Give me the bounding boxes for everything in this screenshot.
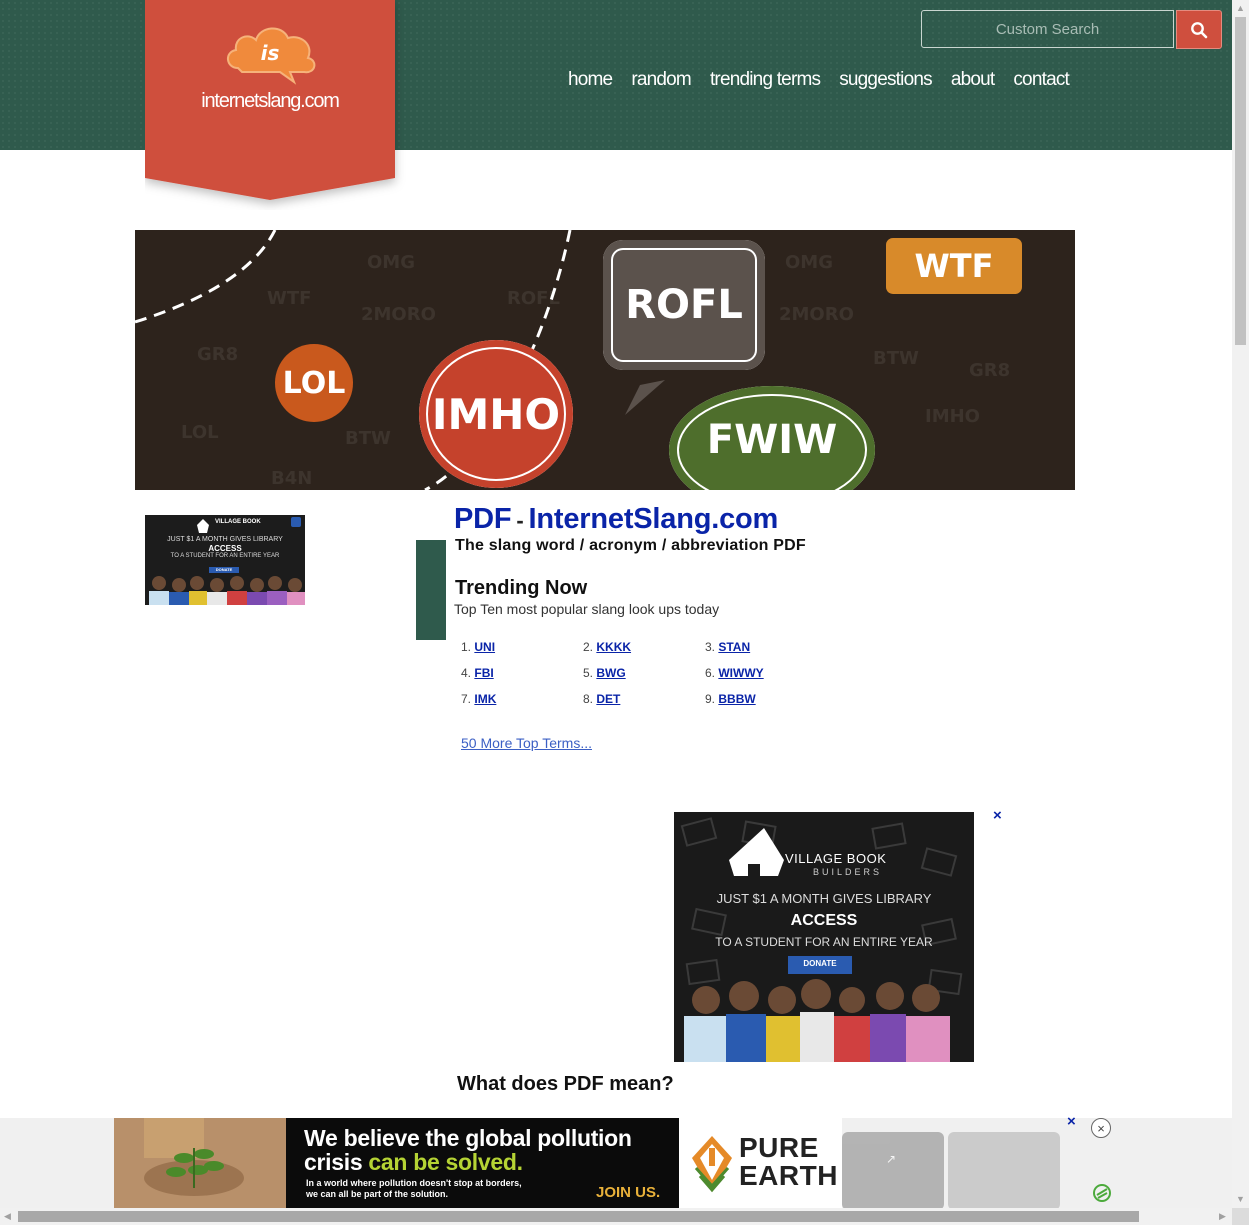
trending-item: 1. UNI <box>461 640 495 654</box>
title-separator: - <box>516 508 524 533</box>
more-top-terms-link[interactable]: 50 More Top Terms... <box>461 735 592 751</box>
trending-link[interactable]: KKKK <box>596 640 631 654</box>
horizontal-scrollbar[interactable]: ◀ ▶ <box>0 1208 1232 1225</box>
sticky-ad-close-button[interactable]: × <box>1067 1113 1076 1130</box>
ad-large-line3: TO A STUDENT FOR AN ENTIRE YEAR <box>715 935 933 949</box>
scroll-right-icon[interactable]: ▶ <box>1219 1211 1226 1222</box>
ad-subtext-b: we can all be part of the solution. <box>306 1189 449 1199</box>
ad-small-donate[interactable]: DONATE <box>209 567 239 572</box>
ad-large-brand: VILLAGE BOOK <box>785 851 887 866</box>
ad-brand-a: PURE <box>739 1132 819 1163</box>
ad-brand: PURE EARTH <box>739 1134 838 1190</box>
bubble-wtf: WTF <box>886 238 1022 294</box>
trending-item: 7. IMK <box>461 692 496 706</box>
trending-link[interactable]: DET <box>596 692 620 706</box>
trending-link[interactable]: BBBW <box>718 692 755 706</box>
ad-small-line2: ACCESS <box>208 544 242 553</box>
nav-home[interactable]: home <box>568 69 613 91</box>
bubble-imho: IMHO <box>419 340 573 488</box>
scrollbar-corner <box>1232 1208 1249 1225</box>
trending-link[interactable]: IMK <box>474 692 496 706</box>
ad-small-line3: TO A STUDENT FOR AN ENTIRE YEAR <box>170 553 280 559</box>
scroll-down-icon[interactable]: ▼ <box>1236 1194 1245 1204</box>
page-subtitle: The slang word / acronym / abbreviation … <box>455 537 806 554</box>
trending-link[interactable]: WIWWY <box>718 666 763 680</box>
nav-suggestions[interactable]: suggestions <box>839 69 932 91</box>
ad-choices-icon[interactable] <box>291 517 301 527</box>
search-button[interactable] <box>1176 10 1222 49</box>
trending-rank: 6. <box>705 666 716 680</box>
definition-heading: What does PDF mean? <box>457 1073 674 1095</box>
trending-item: 5. BWG <box>583 666 626 680</box>
scroll-up-icon[interactable]: ▲ <box>1236 3 1245 13</box>
trending-rank: 2. <box>583 640 594 654</box>
ad-small-line1: JUST $1 A MONTH GIVES LIBRARY <box>167 536 283 543</box>
trending-item: 9. BBBW <box>705 692 756 706</box>
vertical-scrollbar[interactable]: ▲ ▼ <box>1232 0 1249 1208</box>
ad-subtext: In a world where pollution doesn't stop … <box>306 1178 522 1200</box>
trending-rank: 4. <box>461 666 472 680</box>
ad-feedback-icon[interactable] <box>1092 1183 1112 1203</box>
ad-join-button[interactable]: JOIN US. <box>596 1184 660 1201</box>
nav-trending-terms[interactable]: trending terms <box>710 69 821 91</box>
ad-plant-image <box>114 1118 286 1208</box>
ad-headline-a: We believe the global pollution <box>304 1125 632 1151</box>
trending-subheading: Top Ten most popular slang look ups toda… <box>454 601 720 617</box>
trending-link[interactable]: UNI <box>474 640 495 654</box>
faded-share-cards: ↗ <box>842 1130 1082 1210</box>
ad-village-large[interactable]: VILLAGE BOOK BUILDERS JUST $1 A MONTH GI… <box>674 812 974 1062</box>
ad-small-brand: VILLAGE BOOK <box>215 519 261 525</box>
nav-about[interactable]: about <box>951 69 995 91</box>
slang-banner: OMG OMG WTF 2MORO 2MORO GR8 GR8 BTW BTW … <box>135 230 1075 490</box>
trending-rank: 3. <box>705 640 716 654</box>
side-widget-strip <box>416 540 446 640</box>
site-title: InternetSlang.com <box>528 503 779 535</box>
page-title: PDF - InternetSlang.com <box>454 503 778 536</box>
trending-heading: Trending Now <box>455 577 588 599</box>
bubble-rofl: ROFL <box>603 240 765 370</box>
trending-item: 8. DET <box>583 692 620 706</box>
main-nav: home random trending terms suggestions a… <box>568 69 1070 91</box>
vertical-scroll-thumb[interactable] <box>1235 17 1246 345</box>
nav-random[interactable]: random <box>631 69 691 91</box>
scroll-left-icon[interactable]: ◀ <box>4 1211 11 1222</box>
trending-item: 3. STAN <box>705 640 750 654</box>
ad-large-line2: ACCESS <box>790 912 858 929</box>
trending-item: 2. KKKK <box>583 640 631 654</box>
ad-large-line1: JUST $1 A MONTH GIVES LIBRARY <box>716 891 932 906</box>
nav-contact[interactable]: contact <box>1013 69 1069 91</box>
ad-brand-b: EARTH <box>739 1160 838 1191</box>
trending-link[interactable]: FBI <box>474 666 493 680</box>
pure-earth-logo-icon <box>692 1136 732 1193</box>
share-icon: ↗ <box>886 1152 897 1166</box>
sticky-ad-dismiss-button[interactable]: × <box>1091 1118 1111 1138</box>
trending-rank: 9. <box>705 692 716 706</box>
term-title: PDF <box>454 503 512 535</box>
ad-close-button[interactable]: × <box>993 807 1002 824</box>
ad-headline-b: crisis <box>304 1149 369 1175</box>
site-name[interactable]: internetslang.com <box>145 90 395 113</box>
trending-rank: 5. <box>583 666 594 680</box>
ad-pure-earth[interactable]: We believe the global pollution crisis ca… <box>114 1118 842 1208</box>
ad-large-donate-button[interactable]: DONATE <box>788 959 852 968</box>
trending-link[interactable]: BWG <box>596 666 625 680</box>
ad-large-brand-sub: BUILDERS <box>813 867 883 877</box>
trending-rank: 8. <box>583 692 594 706</box>
search-input[interactable] <box>921 10 1174 48</box>
trending-rank: 7. <box>461 692 472 706</box>
trending-link[interactable]: STAN <box>718 640 750 654</box>
bubble-lol: LOL <box>275 344 353 422</box>
horizontal-scroll-thumb[interactable] <box>18 1211 1139 1222</box>
ad-headline-green: can be solved. <box>368 1149 523 1175</box>
logo-mark: is <box>261 41 280 65</box>
trending-item: 4. FBI <box>461 666 494 680</box>
trending-item: 6. WIWWY <box>705 666 764 680</box>
ad-village-small[interactable]: VILLAGE BOOK JUST $1 A MONTH GIVES LIBRA… <box>145 515 305 605</box>
ad-headline: We believe the global pollution crisis ca… <box>304 1126 632 1174</box>
trending-rank: 1. <box>461 640 472 654</box>
ad-subtext-a: In a world where pollution doesn't stop … <box>306 1178 522 1188</box>
search-icon <box>1191 21 1208 38</box>
